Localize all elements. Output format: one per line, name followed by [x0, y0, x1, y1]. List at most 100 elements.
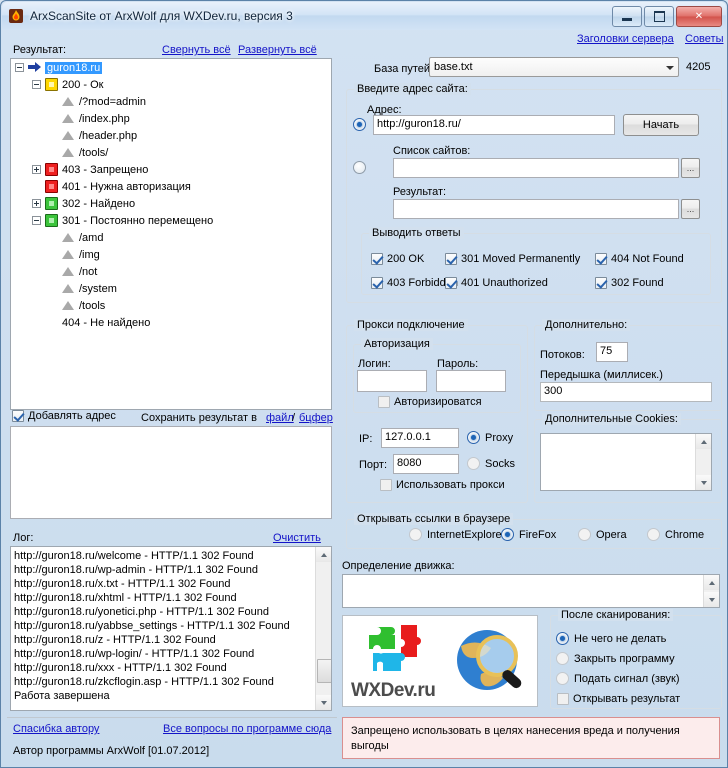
scroll-up-icon[interactable]: [696, 434, 711, 449]
thanks-link[interactable]: Спасибка автору: [13, 723, 99, 735]
clear-log-link[interactable]: Очистить: [273, 532, 321, 544]
title-bar: ArxScanSite от ArxWolf для WXDev.ru, вер…: [2, 2, 726, 30]
scroll-up-icon[interactable]: [704, 575, 719, 590]
log-listbox[interactable]: http://guron18.ru/welcome - HTTP/1.1 302…: [10, 546, 332, 711]
response-checkbox-302[interactable]: 302 Found: [595, 277, 664, 289]
checkbox-box: [595, 253, 607, 265]
cookies-scrollbar[interactable]: [695, 434, 711, 490]
checkbox-box: [445, 277, 457, 289]
tree-item[interactable]: /system: [11, 280, 331, 297]
tree-item[interactable]: 403 - Запрещено: [11, 161, 331, 178]
sites-list-radio[interactable]: [353, 161, 366, 174]
password-input[interactable]: [436, 370, 506, 392]
tree-item[interactable]: /header.php: [11, 127, 331, 144]
after-scan-radio-1[interactable]: Закрыть программу: [556, 652, 675, 665]
tree-item[interactable]: /amd: [11, 229, 331, 246]
log-line: Работа завершена: [11, 689, 315, 703]
browser-radio-label: InternetExplorer: [427, 529, 505, 541]
tree-expander-icon[interactable]: [32, 216, 41, 225]
response-checkbox-404[interactable]: 404 Not Found: [595, 253, 684, 265]
tree-item-label: /not: [79, 266, 97, 278]
tree-expander-icon[interactable]: [15, 63, 24, 72]
delay-input[interactable]: 300: [540, 382, 712, 402]
add-address-checkbox[interactable]: Добавлять адрес: [12, 410, 116, 422]
server-headers-link[interactable]: Заголовки сервера: [577, 33, 674, 45]
engine-scrollbar[interactable]: [703, 575, 719, 607]
log-scrollbar[interactable]: [315, 547, 331, 710]
save-to-file-link[interactable]: файл: [266, 412, 294, 424]
save-to-buffer-link[interactable]: бцфер: [299, 412, 333, 424]
tree-item[interactable]: /index.php: [11, 110, 331, 127]
address-radio[interactable]: [353, 118, 366, 131]
minimize-button[interactable]: [612, 6, 642, 27]
tree-expander-icon[interactable]: [32, 199, 41, 208]
maximize-button[interactable]: [644, 6, 674, 27]
usage-warning: Запрещено использовать в целях нанесения…: [342, 717, 720, 759]
triangle-icon: [62, 299, 75, 312]
open-result-checkbox[interactable]: Открывать результат: [557, 693, 680, 705]
tree-item[interactable]: /tools/: [11, 144, 331, 161]
address-input[interactable]: http://guron18.ru/: [373, 115, 615, 135]
login-input[interactable]: [357, 370, 427, 392]
notes-textarea[interactable]: [10, 426, 332, 519]
scroll-thumb[interactable]: [317, 659, 332, 683]
log-line: http://guron18.ru/x.txt - HTTP/1.1 302 F…: [11, 577, 315, 591]
tree-item[interactable]: 301 - Постоянно перемещено: [11, 212, 331, 229]
log-line: http://guron18.ru/yonetici.php - HTTP/1.…: [11, 605, 315, 619]
checkbox-box: [557, 693, 569, 705]
tree-item[interactable]: /tools: [11, 297, 331, 314]
scroll-up-icon[interactable]: [316, 547, 331, 562]
after-scan-radio-2[interactable]: Подать сигнал (звук): [556, 672, 680, 685]
scroll-down-icon[interactable]: [316, 695, 331, 710]
ip-input[interactable]: 127.0.0.1: [381, 428, 459, 448]
tree-item[interactable]: 302 - Найдено: [11, 195, 331, 212]
response-checkbox-200[interactable]: 200 OK: [371, 253, 424, 265]
browser-radio-label: FireFox: [519, 529, 556, 541]
scroll-down-icon[interactable]: [696, 475, 711, 490]
tree-spacer: [49, 148, 58, 157]
browser-radio-firefox[interactable]: FireFox: [501, 528, 556, 541]
responses-caption: Выводить ответы: [369, 227, 464, 239]
sites-list-browse-button[interactable]: ...: [681, 158, 700, 178]
tree-item[interactable]: 200 - Ок: [11, 76, 331, 93]
result-path-input[interactable]: [393, 199, 679, 219]
browser-radio-chrome[interactable]: Chrome: [647, 528, 704, 541]
path-base-combo[interactable]: base.txt: [429, 57, 679, 77]
socks-type-radio[interactable]: Socks: [467, 457, 515, 470]
tips-link[interactable]: Советы: [685, 33, 723, 45]
tree-item[interactable]: guron18.ru: [11, 59, 331, 76]
authorize-checkbox[interactable]: Авторизироватся: [378, 396, 482, 408]
tree-item[interactable]: /not: [11, 263, 331, 280]
extra-caption: Дополнительно:: [542, 319, 630, 331]
response-checkbox-label: 401 Unauthorized: [461, 277, 548, 289]
cookies-textarea[interactable]: [540, 433, 712, 491]
result-tree[interactable]: guron18.ru200 - Ок/?mod=admin/index.php/…: [10, 58, 332, 410]
response-checkbox-301[interactable]: 301 Moved Permanently: [445, 253, 580, 265]
scroll-down-icon[interactable]: [704, 592, 719, 607]
tree-expander-icon[interactable]: [32, 165, 41, 174]
response-checkbox-401[interactable]: 401 Unauthorized: [445, 277, 548, 289]
sites-list-input[interactable]: [393, 158, 679, 178]
browser-radio-internetexplorer[interactable]: InternetExplorer: [409, 528, 505, 541]
tree-item[interactable]: /img: [11, 246, 331, 263]
checkbox-box: [12, 410, 24, 422]
close-button[interactable]: ✕: [676, 6, 722, 27]
green-icon: [45, 197, 58, 210]
tree-expander-icon[interactable]: [32, 80, 41, 89]
engine-textarea[interactable]: [342, 574, 720, 608]
proxy-type-radio[interactable]: Proxy: [467, 431, 513, 444]
after-scan-radio-0[interactable]: Не чего не делать: [556, 632, 666, 645]
use-proxy-checkbox[interactable]: Использовать прокси: [380, 479, 505, 491]
threads-input[interactable]: 75: [596, 342, 628, 362]
tree-item[interactable]: 401 - Нужна авторизация: [11, 178, 331, 195]
browser-radio-opera[interactable]: Opera: [578, 528, 627, 541]
collapse-all-link[interactable]: Свернуть всё: [162, 44, 231, 56]
tree-item[interactable]: /?mod=admin: [11, 93, 331, 110]
result-path-browse-button[interactable]: ...: [681, 199, 700, 219]
port-input[interactable]: 8080: [393, 454, 459, 474]
start-button[interactable]: Начать: [623, 114, 699, 136]
questions-link[interactable]: Все вопросы по программе сюда: [163, 723, 331, 735]
expand-all-link[interactable]: Развернуть всё: [238, 44, 317, 56]
tree-item[interactable]: 404 - Не найдено: [11, 314, 331, 331]
log-line: http://guron18.ru/zkcflogin.asp - HTTP/1…: [11, 675, 315, 689]
